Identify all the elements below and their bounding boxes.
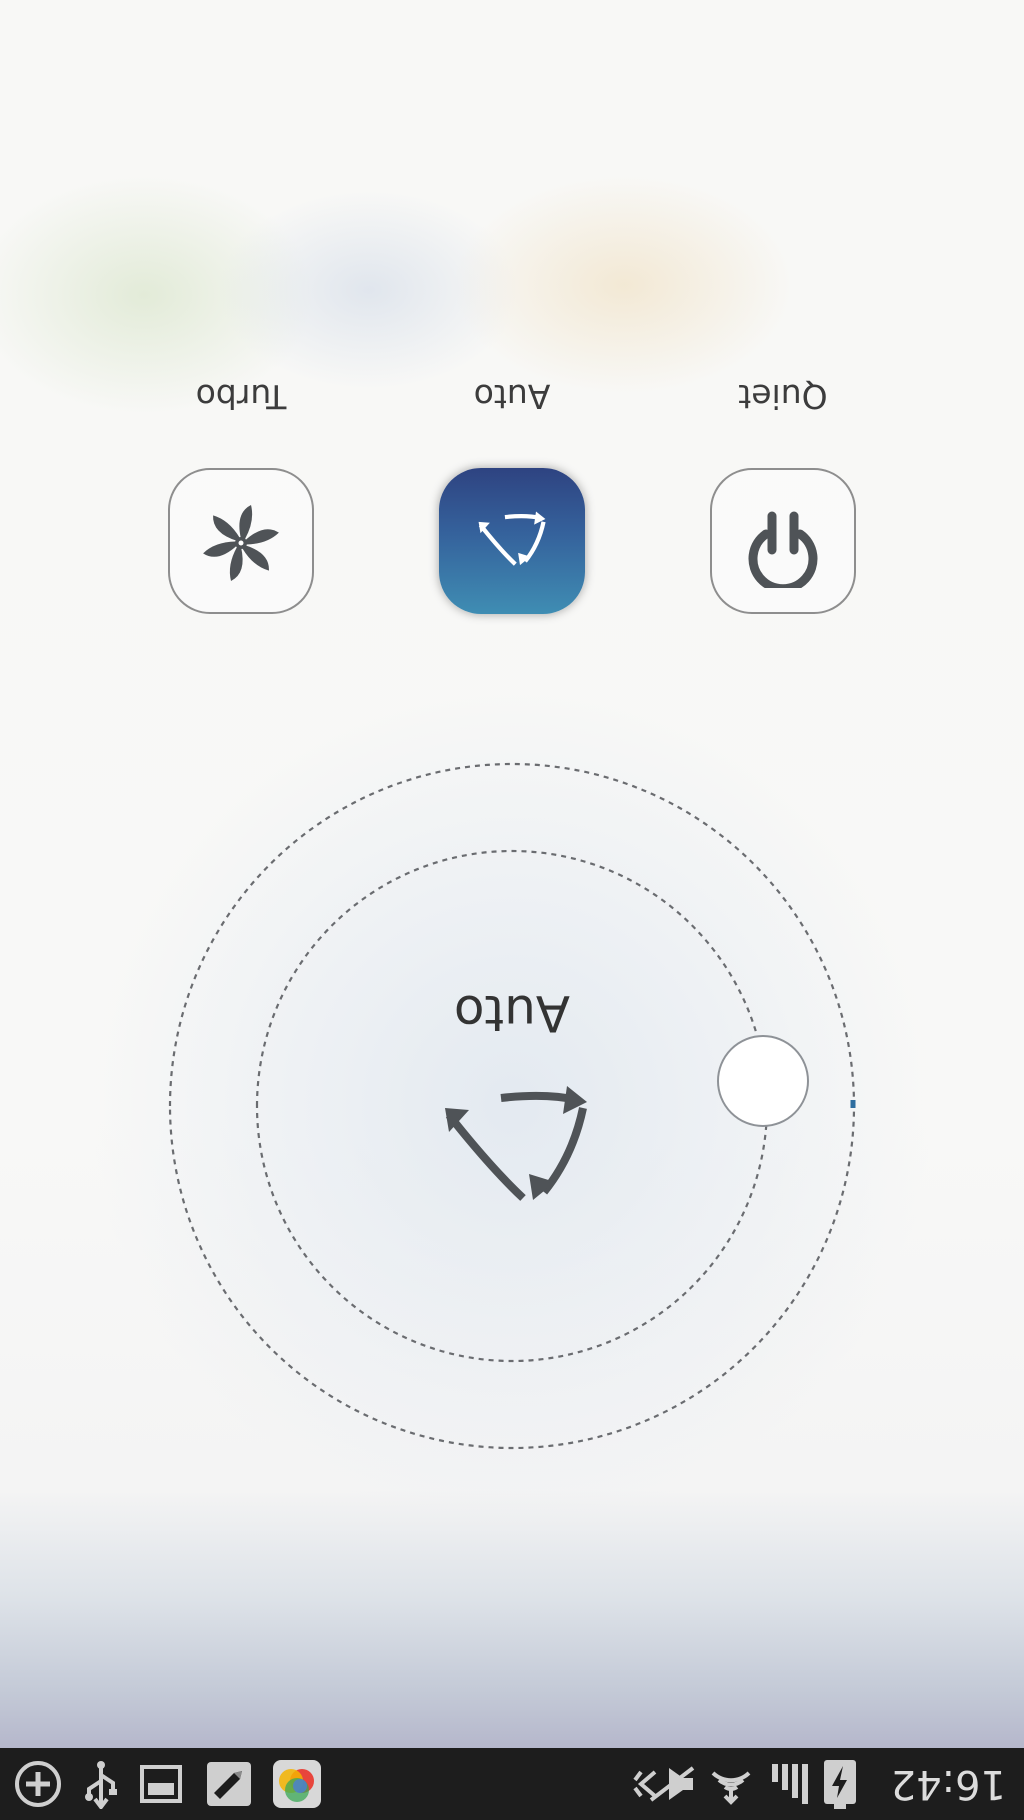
fan-icon — [199, 497, 283, 585]
mode-quiet-label: Quiet — [738, 377, 828, 416]
power-icon — [738, 494, 828, 594]
mode-turbo-label: Turbo — [195, 377, 287, 416]
dial-handle[interactable] — [717, 1035, 809, 1127]
mode-auto-label: Auto — [473, 377, 551, 416]
dial-mode-label: Auto — [453, 984, 571, 1042]
auto-cycle-icon — [431, 1074, 601, 1228]
mode-auto-button[interactable] — [439, 468, 585, 614]
screen: 16:42 Auto Quiet Auto Turbo — [0, 0, 1024, 1820]
dial — [168, 762, 856, 1450]
auto-cycle-icon — [472, 502, 552, 580]
mode-quiet-button[interactable] — [710, 468, 856, 614]
mode-turbo-button[interactable] — [168, 468, 314, 614]
